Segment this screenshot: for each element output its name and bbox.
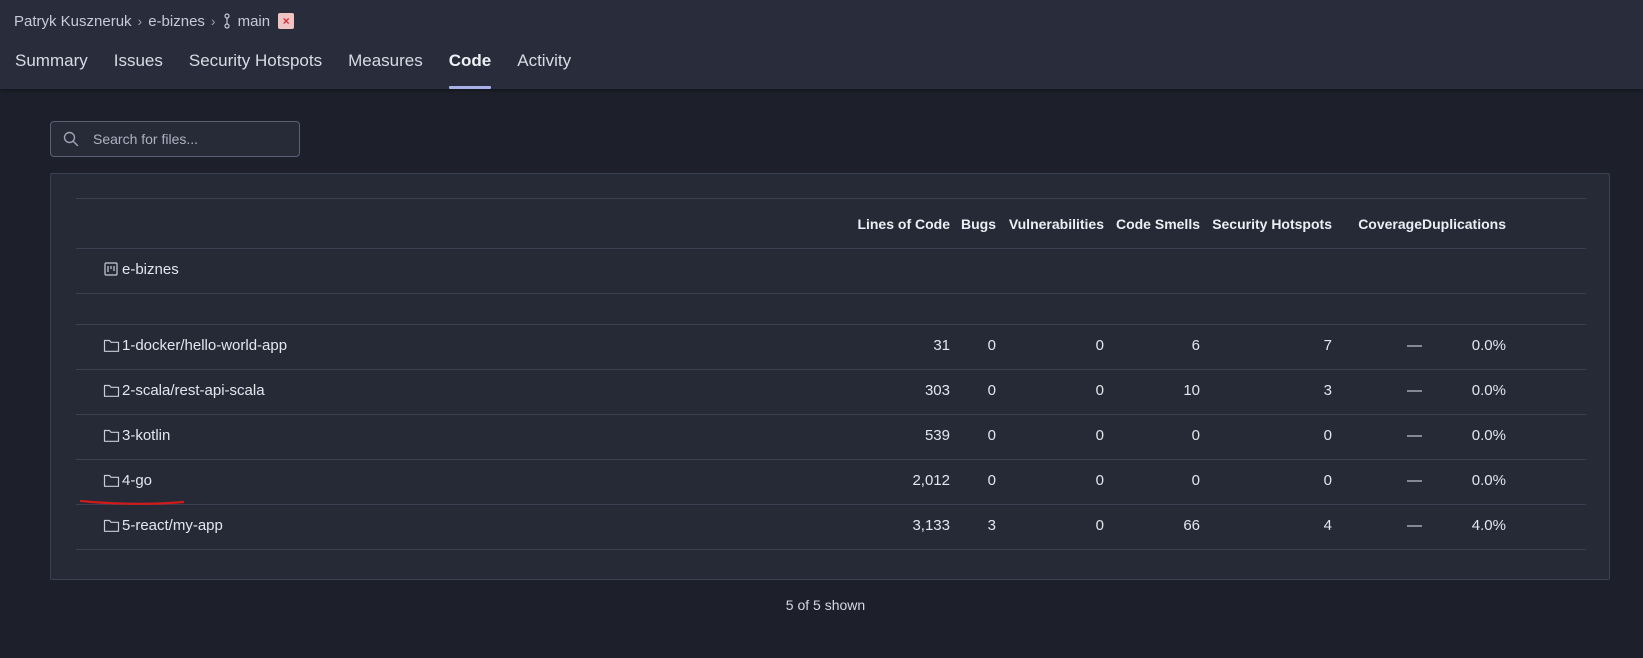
divider — [76, 414, 1586, 415]
branch-name[interactable]: main — [238, 13, 271, 30]
cell-duplications[interactable]: 0.0% — [1356, 427, 1506, 444]
column-header-code-smells[interactable]: Code Smells — [1050, 216, 1200, 232]
cell-duplications[interactable]: 0.0% — [1356, 472, 1506, 489]
cell-code-smells[interactable]: 10 — [1050, 382, 1200, 399]
tab-activity[interactable]: Activity — [517, 48, 571, 89]
search-input[interactable] — [91, 130, 291, 148]
cell-code-smells[interactable]: 0 — [1050, 427, 1200, 444]
folder-name: 5-react/my-app — [122, 517, 223, 534]
top-bar: Patryk Kuszneruk › e-biznes › main × Sum… — [0, 0, 1643, 89]
folder-name: 3-kotlin — [122, 427, 171, 444]
tab-code[interactable]: Code — [448, 48, 491, 89]
divider — [76, 549, 1586, 550]
divider — [76, 198, 1586, 199]
annotation-underline — [80, 499, 185, 505]
divider — [76, 369, 1586, 370]
table-row-name[interactable]: 4-go — [103, 472, 152, 489]
search-box — [50, 121, 300, 157]
divider — [76, 324, 1586, 325]
table-row-name[interactable]: 1-docker/hello-world-app — [103, 337, 287, 354]
tab-issues[interactable]: Issues — [114, 48, 163, 89]
nav-tabs: Summary Issues Security Hotspots Measures Co… — [15, 48, 597, 89]
divider — [76, 504, 1586, 505]
cell-code-smells[interactable]: 0 — [1050, 472, 1200, 489]
results-count: 5 of 5 shown — [785, 597, 866, 613]
folder-icon — [103, 519, 120, 532]
project-icon — [104, 262, 118, 276]
divider — [76, 248, 1586, 249]
cell-duplications[interactable]: 0.0% — [1356, 337, 1506, 354]
divider — [76, 459, 1586, 460]
tab-security-hotspots[interactable]: Security Hotspots — [189, 48, 322, 89]
search-icon — [63, 131, 79, 147]
table-row-name[interactable]: 2-scala/rest-api-scala — [103, 382, 265, 399]
project-row[interactable]: e-biznes — [103, 261, 179, 278]
chevron-right-icon: › — [137, 13, 143, 29]
cell-code-smells[interactable]: 6 — [1050, 337, 1200, 354]
breadcrumb: Patryk Kuszneruk › e-biznes › main × — [14, 11, 295, 31]
tab-summary[interactable]: Summary — [15, 48, 88, 89]
folder-name: 4-go — [122, 472, 153, 489]
breadcrumb-project[interactable]: e-biznes — [148, 13, 205, 30]
table-row-name[interactable]: 3-kotlin — [103, 427, 170, 444]
column-header-duplications[interactable]: Duplications — [1356, 216, 1506, 232]
folder-name: 1-docker/hello-world-app — [122, 337, 288, 354]
close-icon[interactable]: × — [278, 13, 295, 29]
project-name: e-biznes — [122, 261, 179, 278]
folder-icon — [103, 474, 120, 487]
folder-name: 2-scala/rest-api-scala — [122, 382, 265, 399]
table-row-name[interactable]: 5-react/my-app — [103, 517, 223, 534]
folder-icon — [103, 429, 120, 442]
divider — [76, 293, 1586, 294]
folder-icon — [103, 339, 120, 352]
cell-duplications[interactable]: 4.0% — [1356, 517, 1506, 534]
cell-code-smells[interactable]: 66 — [1050, 517, 1200, 534]
branch-icon — [223, 13, 230, 29]
code-panel: Lines of Code Bugs Vulnerabilities Code Sme… — [50, 173, 1610, 580]
folder-icon — [103, 384, 120, 397]
breadcrumb-owner[interactable]: Patryk Kuszneruk — [14, 13, 132, 30]
tab-measures[interactable]: Measures — [348, 48, 423, 89]
cell-duplications[interactable]: 0.0% — [1356, 382, 1506, 399]
chevron-right-icon: › — [210, 13, 216, 29]
